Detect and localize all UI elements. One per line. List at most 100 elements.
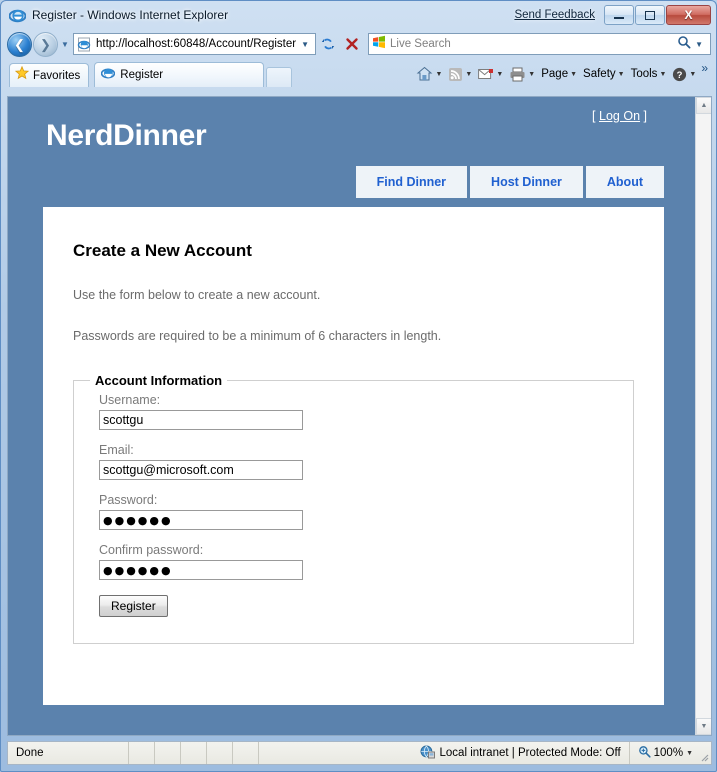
web-page: [ Log On ] NerdDinner Find Dinner Host D… [8, 97, 695, 735]
live-search-provider-icon [372, 35, 386, 54]
status-text: Done [16, 747, 44, 759]
page-menu-label: Page [541, 68, 569, 80]
mail-button[interactable]: ▼ [475, 63, 506, 85]
zoom-control[interactable]: 100% ▼ [628, 742, 699, 764]
search-placeholder-text: Live Search [390, 38, 451, 50]
internet-explorer-icon [9, 7, 26, 24]
status-segment [232, 742, 258, 764]
help-menu[interactable]: ? ▼ [669, 63, 699, 85]
refresh-button[interactable] [316, 32, 340, 56]
tools-menu-dropdown-icon[interactable]: ▼ [659, 71, 666, 78]
forward-arrow-icon: ❯ [40, 36, 51, 52]
search-provider-dropdown-icon[interactable]: ▼ [691, 40, 707, 49]
command-bar-overflow-icon[interactable]: » [699, 61, 710, 75]
feeds-button[interactable]: ▼ [445, 63, 475, 85]
status-bar: Done Local intranet | Protected Mode: Of… [7, 741, 712, 765]
printer-icon [510, 67, 525, 81]
safety-menu[interactable]: Safety ▼ [580, 63, 628, 85]
print-dropdown-icon[interactable]: ▼ [528, 71, 535, 78]
refresh-icon [321, 38, 335, 50]
nav-item-about[interactable]: About [585, 166, 664, 198]
recent-pages-dropdown[interactable]: ▼ [58, 40, 72, 49]
password-input[interactable]: ●●●●●● [99, 510, 303, 530]
page-favicon-icon [77, 37, 92, 52]
username-input[interactable]: scottgu [99, 410, 303, 430]
browser-tab-register[interactable]: Register [94, 62, 265, 87]
field-row-password: Password: ●●●●●● [74, 493, 633, 530]
chevron-up-icon: ▲ [700, 102, 708, 109]
page-menu-dropdown-icon[interactable]: ▼ [570, 71, 577, 78]
tools-menu[interactable]: Tools ▼ [628, 63, 670, 85]
status-segment [180, 742, 206, 764]
print-button[interactable]: ▼ [506, 63, 538, 85]
search-magnifier-icon[interactable] [677, 35, 691, 54]
confirm-password-label: Confirm password: [99, 543, 204, 557]
scroll-up-button[interactable]: ▲ [696, 97, 711, 114]
minimize-button[interactable] [604, 5, 634, 25]
page-scrollbar[interactable]: ▲ ▼ [695, 97, 711, 735]
intro-text-2: Passwords are required to be a minimum o… [73, 329, 442, 343]
favorites-label: Favorites [33, 69, 81, 82]
search-input[interactable]: Live Search ▼ [368, 33, 711, 55]
tab-favicon-icon [101, 66, 116, 85]
logon-bracket-open: [ [592, 109, 596, 123]
address-dropdown-icon[interactable]: ▼ [297, 40, 313, 49]
svg-text:?: ? [677, 70, 683, 81]
zone-text: Local intranet | Protected Mode: Off [439, 747, 621, 759]
password-label: Password: [99, 493, 158, 507]
maximize-icon [645, 10, 655, 20]
browser-window: Register - Windows Internet Explorer Sen… [0, 0, 717, 772]
new-tab-button[interactable] [266, 67, 293, 87]
zoom-dropdown-icon[interactable]: ▼ [686, 750, 693, 757]
mail-icon [478, 68, 494, 79]
back-arrow-icon: ❮ [14, 36, 25, 52]
nav-item-find-dinner[interactable]: Find Dinner [355, 166, 468, 198]
username-label: Username: [99, 393, 161, 407]
logon-bracket-close: ] [643, 109, 647, 123]
zoom-magnifier-icon [638, 745, 651, 761]
email-input[interactable]: scottgu@microsoft.com [99, 460, 303, 480]
confirm-password-input[interactable]: ●●●●●● [99, 560, 303, 580]
safety-menu-dropdown-icon[interactable]: ▼ [618, 71, 625, 78]
maximize-button[interactable] [635, 5, 665, 25]
scrollbar-track[interactable] [696, 114, 711, 718]
stop-button[interactable] [340, 32, 364, 56]
resize-grip[interactable] [699, 742, 711, 764]
command-bar: ▼ ▼ ▼ ▼ Page ▼ Safety ▼ Tools ▼ ? ▼ » [413, 61, 712, 87]
scroll-down-button[interactable]: ▼ [696, 718, 711, 735]
feeds-dropdown-icon[interactable]: ▼ [465, 71, 472, 78]
window-controls: Send Feedback X [514, 5, 714, 25]
close-button[interactable]: X [666, 5, 711, 25]
intranet-zone-icon [420, 745, 435, 762]
close-icon: X [684, 8, 693, 22]
address-url-text: http://localhost:60848/Account/Register [96, 38, 297, 50]
field-row-username: Username: scottgu [74, 393, 633, 430]
site-title: NerdDinner [46, 119, 207, 152]
star-icon [14, 65, 30, 85]
address-input[interactable]: http://localhost:60848/Account/Register … [73, 33, 316, 55]
main-content: Create a New Account Use the form below … [43, 207, 664, 705]
back-button[interactable]: ❮ [7, 31, 32, 57]
safety-menu-label: Safety [583, 68, 616, 80]
register-button[interactable]: Register [99, 595, 168, 617]
fieldset-legend: Account Information [95, 373, 223, 388]
logon-link[interactable]: Log On [599, 109, 640, 123]
site-nav: Find Dinner Host Dinner About [355, 166, 664, 198]
zoom-level-text: 100% [653, 747, 684, 759]
mail-dropdown-icon[interactable]: ▼ [496, 71, 503, 78]
home-button[interactable]: ▼ [413, 63, 445, 85]
home-dropdown-icon[interactable]: ▼ [435, 71, 442, 78]
field-row-confirm-password: Confirm password: ●●●●●● [74, 543, 633, 580]
tab-bar: Favorites Register ▼ ▼ ▼ ▼ Page ▼ Safety… [1, 59, 716, 87]
address-bar-row: ❮ ❯ ▼ http://localhost:60848/Account/Reg… [1, 29, 716, 59]
security-zone[interactable]: Local intranet | Protected Mode: Off [420, 745, 629, 762]
site-header: [ Log On ] NerdDinner Find Dinner Host D… [8, 97, 695, 207]
send-feedback-link[interactable]: Send Feedback [514, 9, 595, 21]
nav-item-host-dinner[interactable]: Host Dinner [470, 166, 583, 198]
help-dropdown-icon[interactable]: ▼ [689, 71, 696, 78]
forward-button[interactable]: ❯ [33, 31, 58, 57]
tab-label: Register [120, 69, 164, 81]
page-menu[interactable]: Page ▼ [538, 63, 580, 85]
chevron-down-icon: ▼ [700, 723, 708, 730]
favorites-button[interactable]: Favorites [9, 63, 90, 87]
